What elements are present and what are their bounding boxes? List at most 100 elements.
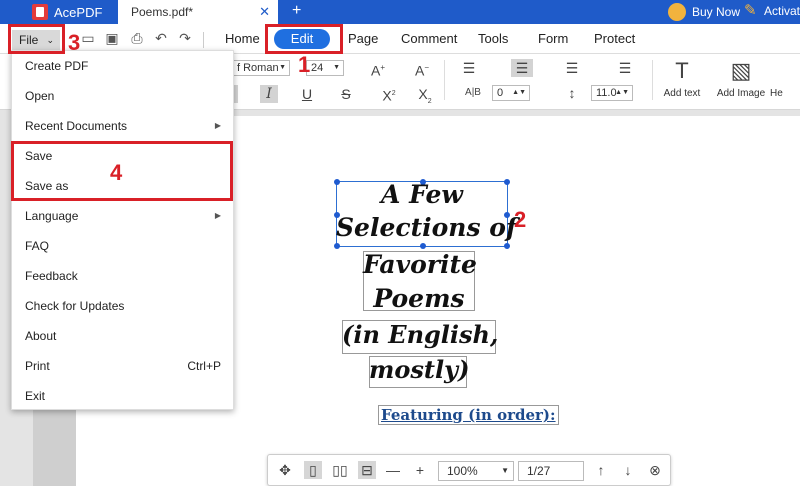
open-icon[interactable]: ▭ [80, 30, 96, 46]
menu-item-open[interactable]: Open [12, 81, 235, 111]
chevron-down-icon: ▼ [279, 64, 286, 71]
decrease-font-icon[interactable]: A− [413, 59, 431, 79]
chevron-down-icon: ▼ [333, 64, 340, 71]
undo-icon[interactable]: ↶ [153, 30, 169, 46]
font-family-value: f Roman [237, 62, 279, 74]
add-text-label: Add text [663, 88, 701, 99]
menu-item-faq[interactable]: FAQ [12, 231, 235, 261]
title-bar: AcePDF Poems.pdf* ✕ + Buy Now ✎ Activat [0, 0, 800, 24]
buy-now-button[interactable]: Buy Now [668, 3, 740, 21]
line-spacing-icon[interactable]: ↕ [563, 84, 581, 102]
doc-title-line[interactable]: A Few [336, 180, 508, 209]
menu-item-label: Create PDF [25, 59, 89, 73]
menu-item-label: Feedback [25, 269, 78, 283]
menu-item-about[interactable]: About [12, 321, 235, 351]
close-tab-icon[interactable]: ✕ [259, 4, 270, 20]
app-logo-icon [32, 4, 48, 20]
tab-protect[interactable]: Protect [594, 31, 635, 46]
pan-icon[interactable]: ✥ [276, 461, 294, 479]
doc-title-line[interactable]: Selections of [336, 213, 517, 242]
chevron-right-icon: ▶ [214, 211, 221, 220]
menu-item-label: About [25, 329, 57, 343]
two-page-icon[interactable]: ▯▯ [331, 461, 349, 479]
page-number-input[interactable]: 1/27 [518, 461, 584, 481]
resize-handle[interactable] [504, 243, 510, 249]
annotation-box-file [8, 24, 65, 54]
more-button[interactable]: He [770, 58, 800, 99]
character-spacing-value: 0 [497, 87, 504, 99]
stepper-icon: ▲▼ [512, 89, 526, 96]
add-image-button[interactable]: ▧ Add Image [711, 58, 771, 99]
zoom-in-icon[interactable]: + [411, 461, 429, 479]
buy-now-icon [668, 3, 686, 21]
menu-item-label: Recent Documents [25, 119, 128, 133]
print-icon[interactable]: ⎙ [129, 30, 145, 46]
more-label: He [770, 88, 783, 99]
fit-page-icon[interactable]: ⊟ [358, 461, 376, 479]
justify-icon[interactable]: ☰ [616, 59, 634, 77]
align-center-icon[interactable]: ☰ [511, 59, 533, 77]
image-icon: ▧ [730, 58, 752, 83]
align-right-icon[interactable]: ☰ [563, 59, 581, 77]
tab-page[interactable]: Page [348, 31, 378, 46]
menu-item-print[interactable]: Print Ctrl+P [12, 351, 235, 381]
app-tab[interactable]: AcePDF [0, 0, 118, 24]
redo-icon[interactable]: ↷ [177, 30, 193, 46]
menu-item-exit[interactable]: Exit [12, 381, 235, 411]
menu-item-feedback[interactable]: Feedback [12, 261, 235, 291]
app-name: AcePDF [54, 4, 103, 20]
previous-page-icon[interactable]: ↑ [592, 461, 610, 479]
doc-title-line[interactable]: (in English, [342, 320, 498, 349]
text-icon: T [675, 58, 689, 83]
annotation-number-3: 3 [68, 30, 81, 55]
shortcut-label: Ctrl+P [187, 359, 221, 373]
character-spacing-stepper[interactable]: 0 ▲▼ [492, 85, 530, 101]
resize-handle[interactable] [334, 243, 340, 249]
zoom-out-icon[interactable]: — [384, 461, 402, 479]
increase-font-icon[interactable]: A+ [369, 59, 387, 79]
tab-form[interactable]: Form [538, 31, 568, 46]
menu-item-label: Open [25, 89, 55, 103]
document-tab-label: Poems.pdf* [131, 5, 194, 19]
resize-handle[interactable] [420, 243, 426, 249]
menu-item-create-pdf[interactable]: Create PDF [12, 51, 235, 81]
tab-home[interactable]: Home [225, 31, 260, 46]
line-spacing-stepper[interactable]: 11.0 ▲▼ [591, 85, 633, 101]
align-left-icon[interactable]: ☰ [460, 59, 478, 77]
doc-title-line[interactable]: Poems [363, 284, 475, 313]
document-tab[interactable]: Poems.pdf* ✕ [118, 0, 278, 24]
annotation-number-1: 1 [298, 52, 311, 77]
add-image-label: Add Image [716, 88, 766, 99]
subscript-icon[interactable]: X2 [416, 85, 434, 105]
font-family-select[interactable]: f Roman ▼ [232, 60, 290, 76]
annotation-number-2: 2 [514, 207, 527, 232]
character-spacing-icon[interactable]: A|B [464, 84, 482, 102]
close-toolbar-icon[interactable]: ⊗ [646, 461, 664, 479]
line-spacing-value: 11.0 [596, 87, 617, 99]
doc-title-line[interactable]: mostly) [369, 355, 469, 384]
file-dropdown-menu: Create PDF Open Recent Documents ▶ Save S… [11, 50, 234, 410]
menu-item-label: Exit [25, 389, 46, 403]
tab-comment[interactable]: Comment [401, 31, 457, 46]
annotation-number-4: 4 [110, 160, 123, 185]
zoom-select[interactable]: 100% ▼ [438, 461, 514, 481]
single-page-icon[interactable]: ▯ [304, 461, 322, 479]
menu-item-check-for-updates[interactable]: Check for Updates [12, 291, 235, 321]
font-size-value: 24 [311, 62, 324, 74]
add-text-button[interactable]: T Add text [652, 58, 712, 99]
italic-icon[interactable]: I [260, 85, 278, 103]
underline-icon[interactable]: U [298, 85, 316, 103]
superscript-icon[interactable]: X2 [380, 85, 398, 104]
strikethrough-icon[interactable]: S [337, 85, 355, 103]
activate-button[interactable]: ✎ Activat [744, 3, 800, 19]
featuring-heading[interactable]: Featuring (in order): [378, 405, 559, 425]
menu-item-recent-documents[interactable]: Recent Documents ▶ [12, 111, 235, 141]
menu-item-language[interactable]: Language ▶ [12, 201, 235, 231]
font-size-select[interactable]: 24 ▼ [306, 60, 344, 76]
tab-tools[interactable]: Tools [478, 31, 508, 46]
next-page-icon[interactable]: ↓ [619, 461, 637, 479]
menu-item-label: Check for Updates [25, 299, 125, 313]
doc-title-line[interactable]: Favorite [363, 250, 477, 279]
new-tab-icon[interactable]: + [292, 2, 301, 20]
save-icon[interactable]: ▣ [104, 30, 120, 46]
